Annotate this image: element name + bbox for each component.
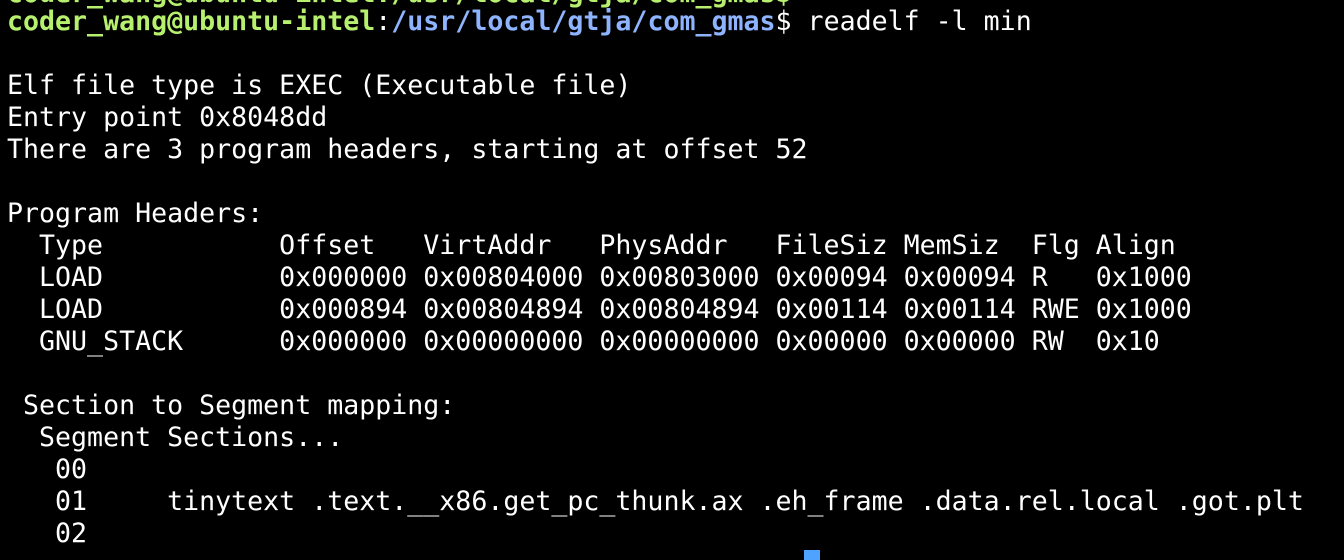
segment-row: 00 (7, 454, 88, 485)
entry-point: Entry point 0x8048dd (7, 102, 328, 133)
prompt-line: coder_wang@ubuntu-intel:/usr/local/gtja/… (7, 6, 1032, 38)
elf-file-type: Elf file type is EXEC (Executable file) (7, 70, 632, 101)
command-text: readelf -l min (791, 6, 1032, 37)
prompt-path: /usr/local/gtja/com_gmas (391, 6, 776, 37)
program-header-row: GNU_STACK 0x000000 0x00000000 0x00000000… (7, 326, 1160, 357)
segment-row: 01 tinytext .text.__x86.get_pc_thunk.ax … (7, 486, 1304, 517)
program-headers-info: There are 3 program headers, starting at… (7, 134, 808, 165)
terminal-window[interactable]: coder_wang@ubuntu-intel:/usr/local/gtja/… (0, 0, 1344, 560)
prompt-user-host: coder_wang@ubuntu-intel (7, 6, 376, 37)
prompt-colon: : (375, 6, 392, 37)
program-headers-table-header: Type Offset VirtAddr PhysAddr FileSiz Me… (7, 230, 1176, 261)
section-mapping-title: Section to Segment mapping: (7, 390, 456, 421)
program-header-row: LOAD 0x000894 0x00804894 0x00804894 0x00… (7, 294, 1192, 325)
program-headers-title: Program Headers: (7, 198, 264, 229)
text-cursor (804, 550, 820, 560)
segment-row: 02 (7, 518, 88, 549)
program-header-row: LOAD 0x000000 0x00804000 0x00803000 0x00… (7, 262, 1192, 293)
prompt-dollar: $ (775, 6, 792, 37)
section-mapping-header: Segment Sections... (7, 422, 344, 453)
